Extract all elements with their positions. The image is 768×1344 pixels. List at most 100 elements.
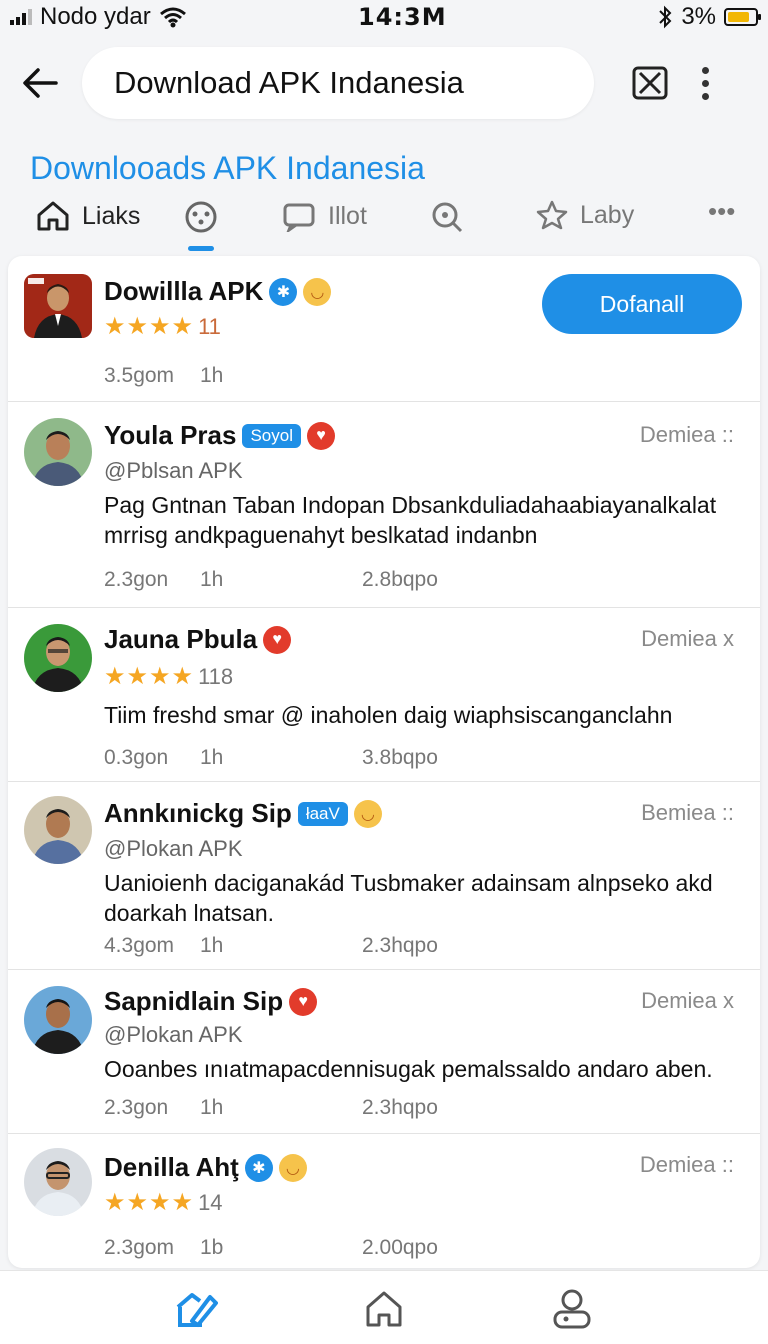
avatar — [24, 1148, 92, 1216]
home-icon — [37, 201, 69, 231]
tab-illot[interactable]: Illot — [282, 200, 367, 232]
author-name: Annkınickg Sip — [104, 798, 292, 828]
clock: 14:3M — [358, 3, 447, 31]
app-rating: ★★★★ 11 — [104, 312, 221, 341]
post-rating: ★★★★ 118 — [104, 662, 233, 691]
status-bar: Nodo ydar 14:3M 3% — [0, 0, 768, 34]
tab-search[interactable] — [430, 200, 464, 234]
smile-emoji-icon: ◡ — [303, 277, 332, 306]
star-icon — [536, 200, 568, 230]
list-item[interactable]: Youla Pras Soyol ♥ Demiea :: @Pblsan APK… — [8, 402, 760, 608]
more-options-icon[interactable] — [702, 66, 709, 100]
author-handle: @Pblsan APK — [104, 458, 243, 483]
author-name: Sapnidlain Sip — [104, 986, 284, 1016]
meta-time: 1b — [200, 1236, 224, 1259]
author-badge: Soyol — [242, 423, 301, 448]
signal-icon — [10, 9, 32, 25]
avatar — [24, 796, 92, 864]
meta-views: 2.00qpo — [362, 1236, 438, 1259]
search-value: Download APK Indanesia — [114, 65, 464, 100]
author-name: Denilla Ahţ — [104, 1152, 239, 1182]
heart-badge-icon: ♥ — [289, 987, 318, 1016]
feed-icon — [176, 1293, 218, 1327]
author-name: Youla Pras — [104, 420, 237, 450]
list-item[interactable]: Jauna Pbula ♥ Demiea x ★★★★ 118 Tiim fre… — [8, 608, 760, 782]
back-arrow-icon — [23, 68, 58, 98]
nav-profile-button[interactable] — [550, 1287, 594, 1331]
follow-button[interactable]: Demiea x — [641, 988, 734, 1014]
verified-icon: ✱ — [244, 1153, 273, 1182]
post-name-row: Denilla Ahţ ✱ ◡ — [104, 1152, 307, 1183]
list-item[interactable]: Annkınickg Sip łaaV ◡ Bemiea :: @Plokan … — [8, 782, 760, 970]
meta-views: 3.8bqpo — [362, 746, 438, 769]
bluetooth-icon — [659, 5, 672, 29]
meta-views: 2.3hqpo — [362, 934, 438, 957]
avatar — [24, 418, 92, 486]
meta-views: 2.3hqpo — [362, 1096, 438, 1119]
battery-icon — [724, 8, 761, 26]
meta-size: 2.3gon — [104, 568, 169, 591]
meta-size: 3.5gom — [104, 364, 175, 387]
tab-label: Laby — [580, 200, 635, 229]
post-name-row: Sapnidlain Sip ♥ — [104, 986, 318, 1017]
app-name: Dowillla APK — [104, 276, 264, 306]
feed: Dowillla APK ✱ ◡ ★★★★ 11 Dofanall 3.5gom… — [8, 256, 760, 1268]
list-item[interactable]: Denilla Ahţ ✱ ◡ Demiea :: ★★★★ 14 2.3gom… — [8, 1134, 760, 1268]
search-icon — [432, 202, 463, 233]
verified-icon: ✱ — [269, 277, 298, 306]
app-icon — [24, 274, 92, 338]
tab-laby[interactable]: Laby — [536, 200, 634, 230]
nav-feed-button[interactable] — [174, 1287, 218, 1331]
app-card[interactable]: Dowillla APK ✱ ◡ ★★★★ 11 Dofanall 3.5gom… — [8, 256, 760, 402]
tab-liaks[interactable]: Liaks — [36, 200, 140, 232]
smile-emoji-icon: ◡ — [278, 1153, 307, 1182]
follow-button[interactable]: Bemiea :: — [641, 800, 734, 826]
list-item[interactable]: Sapnidlain Sip ♥ Demiea x @Plokan APK Oo… — [8, 970, 760, 1134]
battery-percent: 3% — [681, 3, 716, 30]
smile-emoji-icon: ◡ — [353, 799, 382, 828]
rating-count: 11 — [198, 313, 221, 339]
home-icon — [366, 1291, 402, 1327]
app-name-row: Dowillla APK ✱ ◡ — [104, 276, 332, 307]
follow-button[interactable]: Demiea x — [641, 626, 734, 652]
face-icon — [185, 201, 217, 233]
wifi-icon — [159, 7, 186, 28]
rating-count: 118 — [198, 663, 234, 689]
tabs-more-icon[interactable]: ••• — [708, 196, 735, 227]
star-rating-icon: ★★★★ — [104, 1189, 195, 1216]
post-text: Tiim freshd smar @ inaholen daig wiaphsi… — [104, 702, 673, 728]
page-title: Downlooads APK Indanesia — [30, 150, 425, 186]
tab-bar: Liaks Illot Laby ••• — [0, 190, 768, 251]
search-input[interactable]: Download APK Indanesia — [82, 47, 594, 119]
post-name-row: Annkınickg Sip łaaV ◡ — [104, 798, 382, 829]
meta-size: 2.3gon — [104, 1096, 169, 1119]
meta-time: 1h — [200, 934, 224, 957]
heart-badge-icon: ♥ — [263, 625, 292, 654]
post-name-row: Youla Pras Soyol ♥ — [104, 420, 335, 451]
post-name-row: Jauna Pbula ♥ — [104, 624, 292, 655]
bottom-nav — [0, 1270, 768, 1344]
avatar — [24, 624, 92, 692]
tab-face[interactable] — [184, 200, 218, 234]
carrier-name: Nodo ydar — [40, 3, 151, 30]
post-text: Uanioienh daciganakád Tusbmaker adainsam… — [104, 870, 713, 926]
author-handle: @Plokan APK — [104, 1022, 243, 1047]
top-bar: Download APK Indanesia — [0, 40, 768, 126]
star-rating-icon: ★★★★ — [104, 663, 195, 690]
follow-button[interactable]: Demiea :: — [640, 422, 734, 448]
download-button[interactable]: Dofanall — [542, 274, 742, 334]
nav-home-button[interactable] — [362, 1287, 406, 1331]
tab-indicator — [188, 246, 214, 251]
meta-size: 2.3gom — [104, 1236, 175, 1259]
clear-search-button[interactable] — [628, 61, 672, 105]
author-badge: łaaV — [297, 801, 348, 826]
close-box-icon — [632, 66, 668, 100]
follow-button[interactable]: Demiea :: — [640, 1152, 734, 1178]
meta-size: 4.3gom — [104, 934, 175, 957]
meta-size: 0.3gon — [104, 746, 169, 769]
tab-label: Illot — [328, 201, 367, 230]
meta-time: 1h — [200, 746, 224, 769]
author-name: Jauna Pbula — [104, 624, 258, 654]
avatar — [24, 986, 92, 1054]
back-button[interactable] — [18, 61, 62, 105]
